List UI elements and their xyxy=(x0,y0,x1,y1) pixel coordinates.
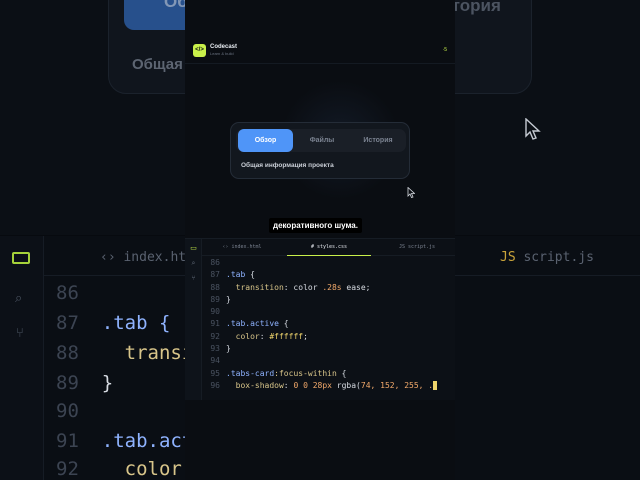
tabs-card: Обзор Файлы История Общая информация про… xyxy=(230,122,410,179)
code-line: 93} xyxy=(210,344,231,354)
background-code-line: 87 .tab { xyxy=(56,312,171,334)
code-line: 86 xyxy=(210,258,220,267)
text-caret xyxy=(433,380,438,390)
background-search-icon: ⌕ xyxy=(15,290,23,305)
background-cursor-icon xyxy=(525,118,541,140)
code-line: 87 .tab { xyxy=(210,270,255,280)
code-area[interactable]: 86 87 .tab { 88 transition: color .28s ea… xyxy=(202,257,455,392)
code-line: 96 box-shadow: 0 0 28px rgba(74, 152, 25… xyxy=(202,380,455,392)
brand-tagline: Learn & build xyxy=(210,51,234,56)
editor-tabs: ‹› index.html # styles.css JS script.js xyxy=(202,239,455,256)
phone-frame: </> Codecast Learn & build ·5 Обзор Файл… xyxy=(185,0,455,480)
tab-styles-css[interactable]: # styles.css xyxy=(287,239,371,256)
branch-icon[interactable]: ⑂ xyxy=(189,274,198,283)
background-files-icon xyxy=(12,252,30,264)
code-editor: ▭ ⌕ ⑂ ‹› index.html # styles.css JS scri… xyxy=(185,238,455,401)
code-line: 88 transition: color .28s ease; xyxy=(210,282,371,292)
tabs-row: Обзор Файлы История xyxy=(236,129,406,152)
phone-bottom xyxy=(185,400,455,480)
files-icon[interactable]: ▭ xyxy=(189,244,198,253)
background-code-line: 92 color: xyxy=(56,458,194,480)
search-icon[interactable]: ⌕ xyxy=(189,259,198,268)
code-line: 94 xyxy=(210,356,220,366)
background-branch-icon: ⑂ xyxy=(16,325,24,340)
code-line: 95 .tabs-card:focus-within { xyxy=(210,368,347,378)
mouse-cursor-icon xyxy=(407,187,415,198)
tab-history[interactable]: История xyxy=(350,129,406,152)
background-subtitle: Общая xyxy=(132,56,183,73)
background-editor-sidebar xyxy=(0,236,44,480)
background-code-line: 89 } xyxy=(56,372,114,394)
background-code-line: 86 xyxy=(56,282,79,304)
editor-activity-bar: ▭ ⌕ ⑂ xyxy=(185,239,202,401)
background-code-line: 91 .tab.act xyxy=(56,430,194,452)
tab-files[interactable]: Файлы xyxy=(294,129,350,152)
code-line: 89} xyxy=(210,294,231,304)
header-badge: ·5 xyxy=(442,47,447,53)
tab-panel-text: Общая информация проекта xyxy=(241,162,334,169)
tab-overview[interactable]: Обзор xyxy=(238,129,293,152)
tab-index-html[interactable]: ‹› index.html xyxy=(212,239,272,256)
background-code-line: 90 xyxy=(56,400,79,422)
code-line: 92 color: #ffffff; xyxy=(210,331,308,341)
brand-name: Codecast xyxy=(210,44,238,50)
tab-script-js[interactable]: JS script.js xyxy=(387,239,447,256)
code-line: 91 .tab.active { xyxy=(210,319,289,329)
logo-icon: </> xyxy=(193,44,206,57)
code-line: 90 xyxy=(210,307,220,317)
app-header: </> Codecast Learn & build ·5 xyxy=(185,38,455,64)
background-tab-script: JS script.js xyxy=(500,250,594,265)
subtitle-caption: декоративного шума. xyxy=(269,218,362,233)
background-code-line: 88 transi xyxy=(56,342,194,364)
